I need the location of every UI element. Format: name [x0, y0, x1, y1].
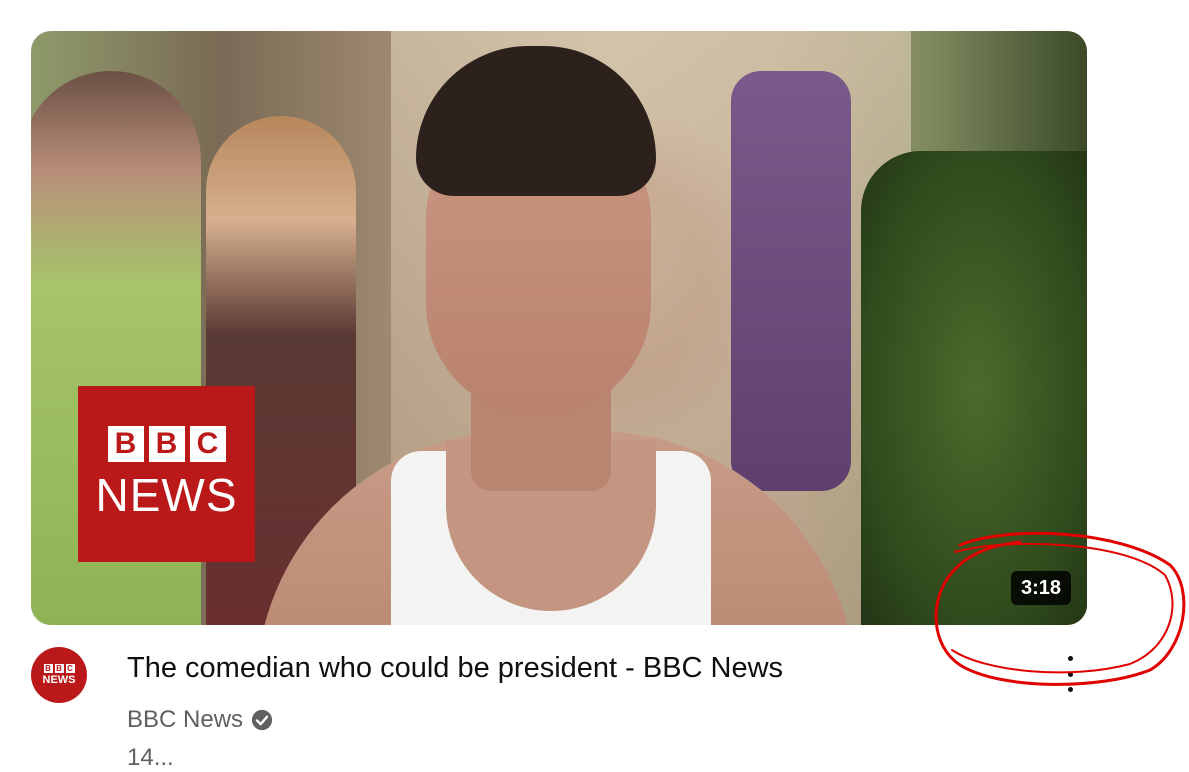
background-plants: [861, 151, 1087, 625]
channel-avatar[interactable]: B B C NEWS: [31, 647, 87, 703]
bbc-logo-letter: B: [148, 426, 185, 462]
channel-name-row[interactable]: BBC News: [127, 706, 273, 734]
bbc-logo-word: NEWS: [95, 469, 238, 521]
video-meta: 14...: [127, 744, 174, 771]
avatar-logo-word: NEWS: [42, 674, 76, 686]
bbc-logo-blocks: B B C: [107, 426, 226, 462]
avatar-logo-letter: B: [43, 664, 53, 673]
menu-dot: [1067, 687, 1073, 692]
avatar-logo-letter: B: [54, 664, 64, 673]
more-vert-icon[interactable]: [1055, 656, 1085, 692]
bbc-news-logo-overlay: B B C NEWS: [78, 386, 255, 562]
menu-dot: [1067, 671, 1073, 677]
background-towel: [731, 71, 851, 491]
menu-dot: [1067, 656, 1073, 661]
avatar-logo-blocks: B B C: [43, 664, 75, 673]
video-title[interactable]: The comedian who could be president - BB…: [127, 652, 783, 685]
verified-check-icon: [251, 709, 273, 731]
avatar-logo-letter: C: [65, 664, 75, 673]
bbc-logo-letter: C: [189, 426, 226, 462]
duration-badge: 3:18: [1011, 571, 1071, 605]
channel-name[interactable]: BBC News: [127, 706, 243, 734]
bbc-logo-letter: B: [107, 426, 144, 462]
